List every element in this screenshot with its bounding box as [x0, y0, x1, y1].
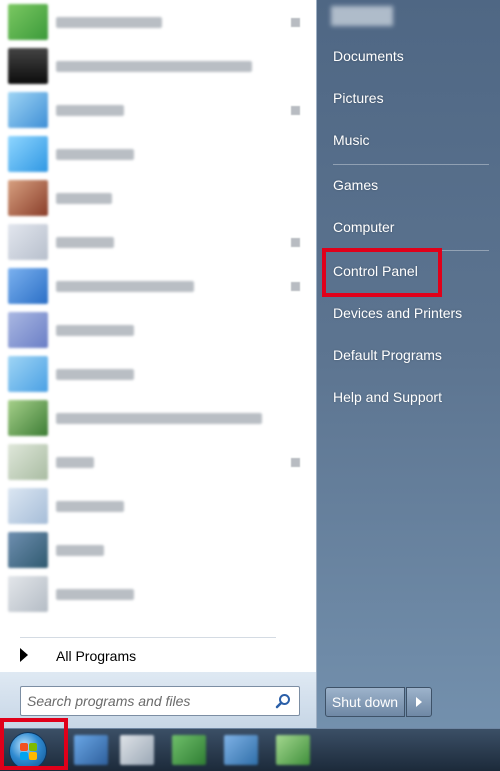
- start-menu: All Programs Documents Pictures Music Ga…: [0, 0, 500, 728]
- shutdown-group: Shut down: [325, 687, 445, 717]
- all-programs-button[interactable]: All Programs: [8, 640, 308, 670]
- menu-divider: [20, 637, 276, 638]
- program-icon: [8, 4, 48, 40]
- link-help-and-support[interactable]: Help and Support: [317, 379, 500, 417]
- taskbar: [0, 728, 500, 771]
- triangle-right-icon: [20, 648, 28, 662]
- program-icon: [8, 48, 48, 84]
- program-item-5[interactable]: [0, 176, 316, 220]
- program-icon: [8, 400, 48, 436]
- program-label-blurred: [56, 325, 134, 336]
- program-item-6[interactable]: [0, 220, 316, 264]
- program-list: [0, 0, 316, 632]
- places-pane: Documents Pictures Music Games Computer …: [317, 0, 500, 728]
- program-item-2[interactable]: [0, 44, 316, 88]
- link-devices-and-printers[interactable]: Devices and Printers: [317, 295, 500, 333]
- control-panel-highlight-box: [322, 248, 442, 297]
- submenu-arrow-icon: [291, 238, 300, 247]
- program-item-8[interactable]: [0, 308, 316, 352]
- link-label: Music: [333, 132, 370, 148]
- program-item-1[interactable]: [0, 0, 316, 44]
- program-label-blurred: [56, 61, 252, 72]
- program-label-blurred: [56, 237, 114, 248]
- program-icon: [8, 356, 48, 392]
- link-games[interactable]: Games: [317, 167, 500, 205]
- link-label: Pictures: [333, 90, 384, 106]
- program-label-blurred: [56, 193, 112, 204]
- program-label-blurred: [56, 17, 162, 28]
- taskbar-app-icon[interactable]: [276, 735, 310, 765]
- program-icon: [8, 532, 48, 568]
- program-label-blurred: [56, 413, 262, 424]
- search-icon[interactable]: [275, 693, 291, 709]
- link-label: Computer: [333, 219, 395, 235]
- program-label-blurred: [56, 281, 194, 292]
- shutdown-button[interactable]: Shut down: [325, 687, 405, 717]
- search-input[interactable]: [27, 690, 267, 712]
- program-item-9[interactable]: [0, 352, 316, 396]
- link-label: Default Programs: [333, 347, 442, 363]
- program-label-blurred: [56, 149, 134, 160]
- program-label-blurred: [56, 589, 134, 600]
- taskbar-app-icon[interactable]: [172, 735, 206, 765]
- program-item-11[interactable]: [0, 440, 316, 484]
- program-item-3[interactable]: [0, 88, 316, 132]
- program-item-7[interactable]: [0, 264, 316, 308]
- program-icon: [8, 268, 48, 304]
- taskbar-app-icon[interactable]: [74, 735, 108, 765]
- link-label: Documents: [333, 48, 404, 64]
- link-default-programs[interactable]: Default Programs: [317, 337, 500, 375]
- link-label: Help and Support: [333, 389, 442, 405]
- chevron-right-icon: [416, 697, 422, 707]
- link-pictures[interactable]: Pictures: [317, 80, 500, 118]
- program-icon: [8, 576, 48, 612]
- link-separator: [333, 164, 489, 165]
- taskbar-app-icon[interactable]: [224, 735, 258, 765]
- search-box[interactable]: [20, 686, 300, 716]
- program-label-blurred: [56, 105, 124, 116]
- program-label-blurred: [56, 501, 124, 512]
- link-music[interactable]: Music: [317, 122, 500, 160]
- program-icon: [8, 180, 48, 216]
- program-icon: [8, 224, 48, 260]
- link-label: Devices and Printers: [333, 305, 463, 321]
- taskbar-app-icon[interactable]: [120, 735, 154, 765]
- link-label: Games: [333, 177, 379, 193]
- program-icon: [8, 312, 48, 348]
- program-item-14[interactable]: [0, 572, 316, 616]
- program-item-12[interactable]: [0, 484, 316, 528]
- start-button-highlight-box: [0, 718, 68, 770]
- program-icon: [8, 92, 48, 128]
- program-item-13[interactable]: [0, 528, 316, 572]
- submenu-arrow-icon: [291, 458, 300, 467]
- shutdown-options-button[interactable]: [406, 687, 432, 717]
- programs-pane: All Programs: [0, 0, 317, 728]
- submenu-arrow-icon: [291, 106, 300, 115]
- program-item-10[interactable]: [0, 396, 316, 440]
- user-name-blurred: [331, 6, 393, 26]
- program-icon: [8, 488, 48, 524]
- program-item-4[interactable]: [0, 132, 316, 176]
- program-label-blurred: [56, 457, 94, 468]
- submenu-arrow-icon: [291, 18, 300, 27]
- program-label-blurred: [56, 545, 104, 556]
- program-label-blurred: [56, 369, 134, 380]
- link-documents[interactable]: Documents: [317, 38, 500, 76]
- all-programs-label: All Programs: [56, 648, 137, 664]
- submenu-arrow-icon: [291, 282, 300, 291]
- program-icon: [8, 444, 48, 480]
- link-computer[interactable]: Computer: [317, 209, 500, 247]
- program-icon: [8, 136, 48, 172]
